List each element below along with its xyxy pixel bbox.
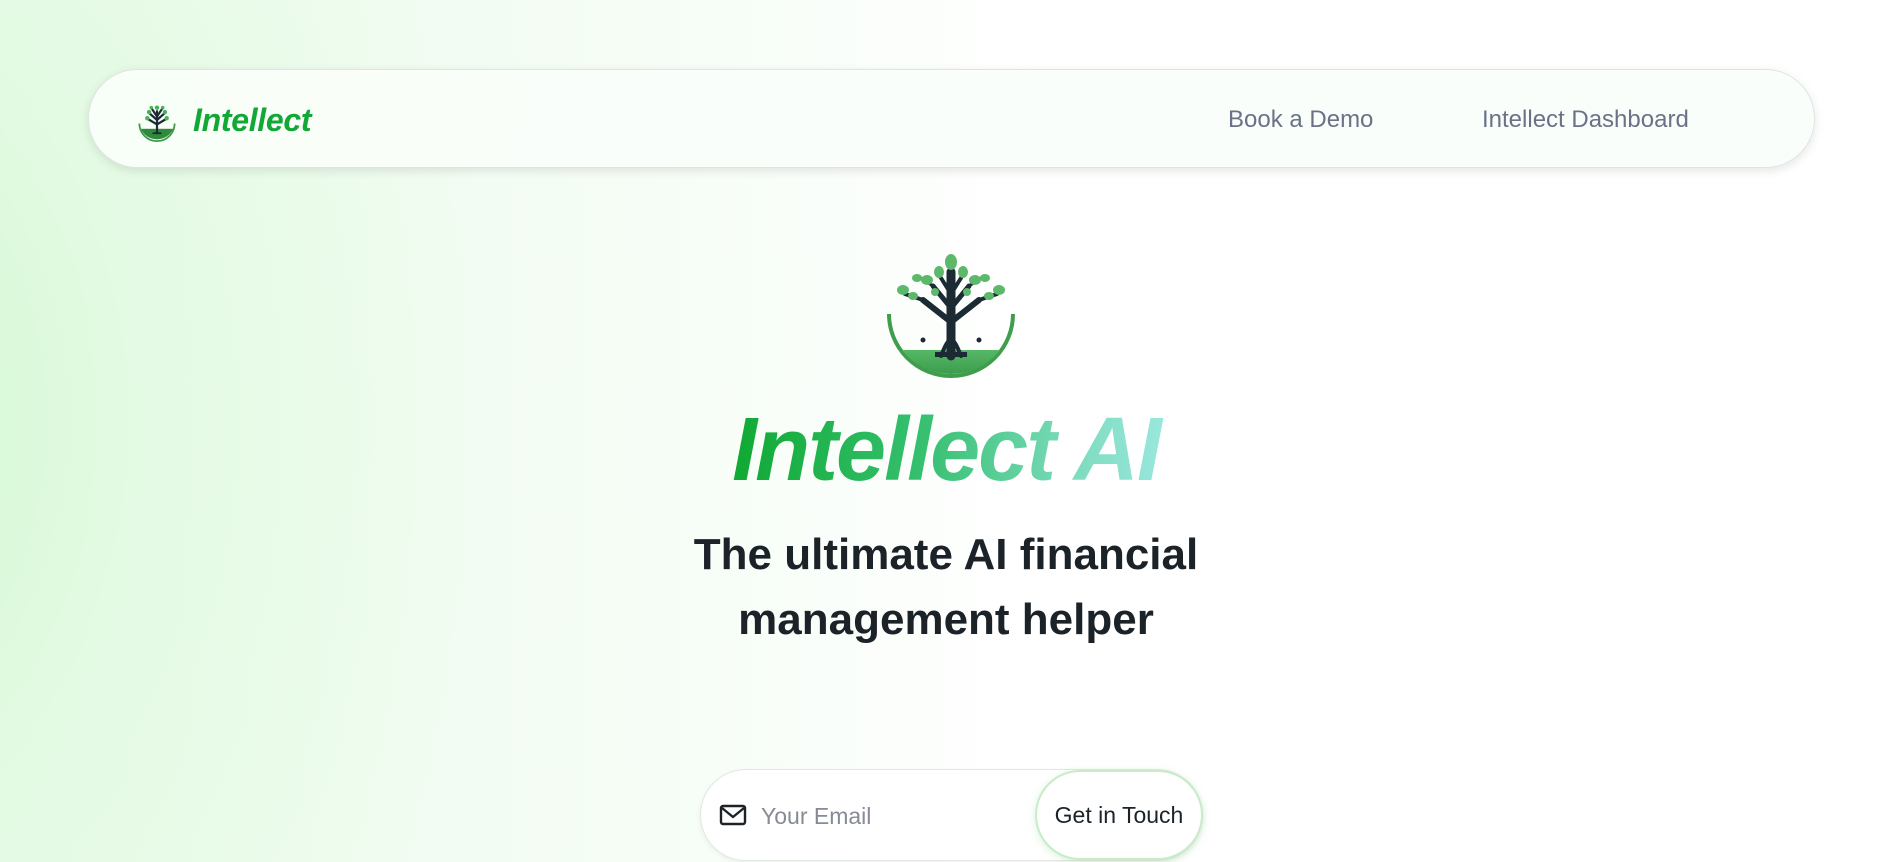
nav-link-book-demo[interactable]: Book a Demo xyxy=(1228,106,1373,134)
email-signup-form: Get in Touch xyxy=(700,769,1203,861)
hero-subtitle-line-2: management helper xyxy=(738,595,1154,644)
hero-subtitle-line-1: The ultimate AI financial xyxy=(693,530,1199,579)
nav-link-dashboard[interactable]: Intellect Dashboard xyxy=(1482,106,1689,134)
mail-icon xyxy=(719,804,747,826)
top-navbar: Intellect Book a Demo Intellect Dashboar… xyxy=(88,69,1815,168)
email-input[interactable] xyxy=(761,794,1021,838)
hero-title: Intellect AI xyxy=(0,400,1892,500)
hero-subtitle: The ultimate AI financial management hel… xyxy=(0,522,1892,652)
get-in-touch-button[interactable]: Get in Touch xyxy=(1035,770,1203,860)
brand-name: Intellect xyxy=(193,101,312,138)
hero-tree-logo-icon xyxy=(887,254,1015,378)
brand[interactable]: Intellect xyxy=(135,98,312,142)
landing-page: Intellect Book a Demo Intellect Dashboar… xyxy=(0,0,1892,862)
tree-logo-icon xyxy=(138,105,176,142)
